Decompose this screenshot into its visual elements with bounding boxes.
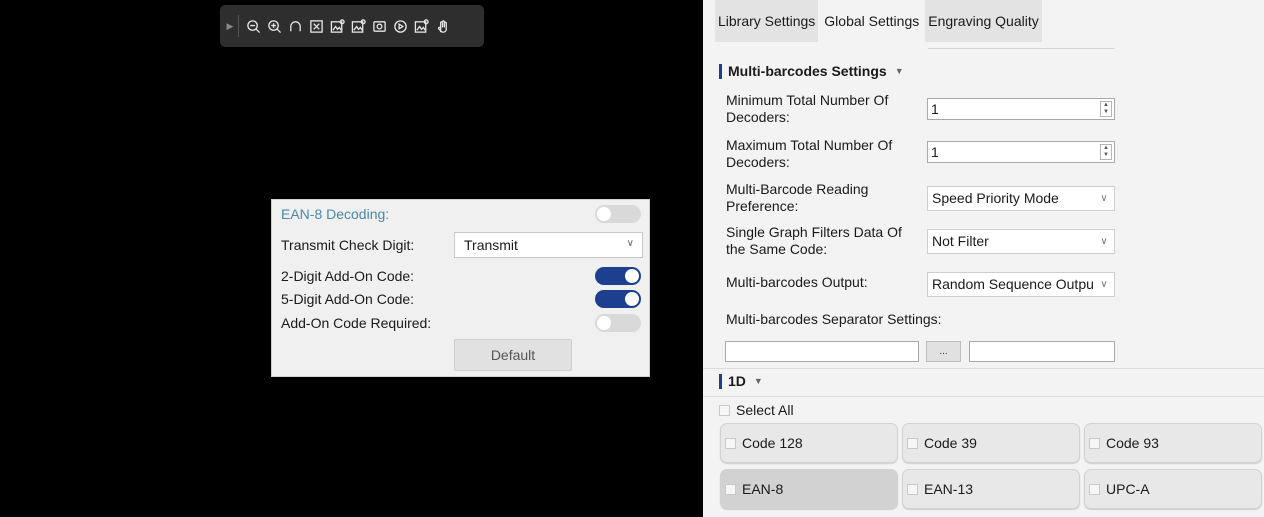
image-viewer: ▶ EAN-8 Decoding: Transmit Check Digit: … <box>0 0 703 517</box>
tab-library-settings[interactable]: Library Settings <box>715 0 819 42</box>
max-decoders-spinbox[interactable]: 1 ▲ ▼ <box>927 141 1115 163</box>
chevron-down-icon: ∨ <box>1094 230 1114 253</box>
filter-data-label: Single Graph Filters Data Of the Same Co… <box>726 224 902 257</box>
section-divider <box>703 368 1264 369</box>
min-decoders-spinbox[interactable]: 1 ▲ ▼ <box>927 98 1115 120</box>
zoom-in-icon[interactable] <box>264 15 284 37</box>
caret-down-icon: ▼ <box>894 66 904 76</box>
transmit-check-digit-select[interactable]: Transmit ∨ <box>454 232 643 258</box>
addon-required-toggle[interactable] <box>595 314 641 332</box>
code-chip-upca[interactable]: UPC-A <box>1084 469 1262 509</box>
image-settings-icon[interactable] <box>327 15 347 37</box>
tab-underline <box>928 48 1115 49</box>
section-divider <box>703 396 1264 397</box>
max-decoders-label: Maximum Total Number Of Decoders: <box>726 137 893 170</box>
ean8-decoding-title: EAN-8 Decoding: <box>281 206 390 222</box>
two-digit-addon-label: 2-Digit Add-On Code: <box>281 268 415 284</box>
transmit-check-digit-label: Transmit Check Digit: <box>281 237 415 253</box>
separator-browse-button[interactable]: ... <box>926 341 961 362</box>
addon-required-label: Add-On Code Required: <box>281 315 432 331</box>
checkbox-icon <box>725 437 736 449</box>
checkbox-icon <box>1089 437 1100 449</box>
two-digit-addon-toggle[interactable] <box>595 267 641 285</box>
code-chip-code93[interactable]: Code 93 <box>1084 423 1262 463</box>
code-chip-code128[interactable]: Code 128 <box>720 423 898 463</box>
min-decoders-label: Minimum Total Number Of Decoders: <box>726 92 889 125</box>
rotate-icon[interactable] <box>285 15 305 37</box>
tab-engraving-quality[interactable]: Engraving Quality <box>925 0 1042 42</box>
ean8-settings-popup: EAN-8 Decoding: Transmit Check Digit: Tr… <box>271 199 650 377</box>
barcodes-output-select[interactable]: Random Sequence Output ∨ <box>927 272 1115 297</box>
chevron-down-icon: ∨ <box>1094 187 1114 210</box>
separator-settings-label: Multi-barcodes Separator Settings: <box>726 311 942 327</box>
spin-arrows-icon[interactable]: ▲ ▼ <box>1100 144 1112 160</box>
fit-image-icon[interactable] <box>306 15 326 37</box>
toolbar-divider <box>238 15 239 37</box>
ean8-decoding-toggle[interactable] <box>595 205 641 223</box>
caret-down-icon: ▼ <box>753 376 763 386</box>
spin-arrows-icon[interactable]: ▲ ▼ <box>1100 101 1112 117</box>
select-all-checkbox[interactable]: Select All <box>719 402 794 418</box>
play-icon[interactable] <box>390 15 410 37</box>
settings-tabs: Library Settings Global Settings Engravi… <box>715 0 1045 42</box>
settings-panel: Library Settings Global Settings Engravi… <box>703 0 1264 517</box>
checkbox-icon <box>907 437 918 449</box>
barcodes-output-label: Multi-barcodes Output: <box>726 274 868 290</box>
code-chip-ean13[interactable]: EAN-13 <box>902 469 1080 509</box>
code-chip-code39[interactable]: Code 39 <box>902 423 1080 463</box>
filter-data-select[interactable]: Not Filter ∨ <box>927 229 1115 254</box>
default-button[interactable]: Default <box>454 339 572 371</box>
oned-section-header[interactable]: 1D ▼ <box>719 373 763 389</box>
checkbox-icon <box>1089 483 1100 495</box>
five-digit-addon-toggle[interactable] <box>595 290 641 308</box>
checkbox-icon <box>719 404 730 416</box>
image-settings-2-icon[interactable] <box>348 15 368 37</box>
chevron-down-icon: ∨ <box>626 238 634 249</box>
tab-global-settings[interactable]: Global Settings <box>821 0 923 42</box>
reading-preference-label: Multi-Barcode Reading Preference: <box>726 181 869 214</box>
image-settings-3-icon[interactable] <box>411 15 431 37</box>
viewer-toolbar: ▶ <box>220 5 484 47</box>
expand-arrow-icon[interactable]: ▶ <box>224 21 236 32</box>
checkbox-icon <box>907 483 918 495</box>
chevron-down-icon: ∨ <box>1094 273 1114 296</box>
separator-input[interactable] <box>725 341 919 362</box>
snapshot-icon[interactable] <box>369 15 389 37</box>
code-chip-ean8[interactable]: EAN-8 <box>720 469 898 509</box>
multi-barcodes-section-header[interactable]: Multi-barcodes Settings ▼ <box>719 63 904 79</box>
hand-tool-icon[interactable] <box>432 15 452 37</box>
separator-preview-input[interactable] <box>969 341 1115 362</box>
five-digit-addon-label: 5-Digit Add-On Code: <box>281 291 415 307</box>
reading-preference-select[interactable]: Speed Priority Mode ∨ <box>927 186 1115 211</box>
zoom-out-icon[interactable] <box>243 15 263 37</box>
checkbox-icon <box>725 483 736 495</box>
